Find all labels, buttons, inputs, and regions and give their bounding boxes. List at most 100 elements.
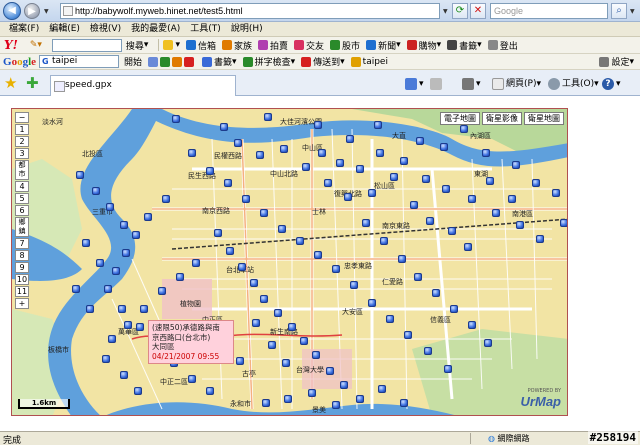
gps-marker-icon[interactable]: [368, 299, 376, 307]
search-options-icon[interactable]: ▼: [630, 8, 635, 15]
gps-marker-icon[interactable]: [344, 193, 352, 201]
zoom-in-icon[interactable]: +: [15, 298, 29, 309]
gps-marker-icon[interactable]: [416, 137, 424, 145]
yahoo-item-mail[interactable]: 信箱: [185, 39, 216, 52]
gps-marker-icon[interactable]: [76, 171, 84, 179]
gps-marker-icon[interactable]: [376, 149, 384, 157]
gps-marker-icon[interactable]: [256, 151, 264, 159]
gps-marker-icon[interactable]: [112, 267, 120, 275]
gps-marker-icon[interactable]: [96, 259, 104, 267]
highlight-icon[interactable]: ▾: [163, 40, 180, 50]
zoom-level-11[interactable]: 11: [15, 286, 29, 297]
gps-marker-icon[interactable]: [102, 355, 110, 363]
gps-marker-icon[interactable]: [242, 195, 250, 203]
gps-marker-icon[interactable]: [92, 187, 100, 195]
gps-marker-icon[interactable]: [552, 189, 560, 197]
gps-marker-icon[interactable]: [206, 167, 214, 175]
gps-marker-icon[interactable]: [288, 323, 296, 331]
gps-marker-icon[interactable]: [158, 287, 166, 295]
zoom-level-2[interactable]: 2: [15, 136, 29, 147]
gps-marker-icon[interactable]: [424, 347, 432, 355]
gps-marker-icon[interactable]: [468, 195, 476, 203]
gps-marker-icon[interactable]: [512, 161, 520, 169]
google-sendto-button[interactable]: 傳送到 ▾: [301, 55, 345, 68]
gps-marker-icon[interactable]: [72, 285, 80, 293]
gps-marker-icon[interactable]: [486, 177, 494, 185]
gps-marker-icon[interactable]: [278, 225, 286, 233]
gps-marker-icon[interactable]: [122, 249, 130, 257]
gps-marker-icon[interactable]: [124, 321, 132, 329]
gps-marker-icon[interactable]: [192, 259, 200, 267]
urmap-brand[interactable]: POWERED BY UrMap: [521, 388, 561, 409]
gps-marker-icon[interactable]: [468, 321, 476, 329]
gps-marker-icon[interactable]: [284, 395, 292, 403]
gps-marker-icon[interactable]: [302, 163, 310, 171]
map-type-satellite[interactable]: 衛星影像: [482, 112, 522, 125]
menu-favorites[interactable]: 我的最愛(A): [126, 22, 185, 36]
menu-tools[interactable]: 工具(T): [185, 22, 226, 36]
gps-marker-icon[interactable]: [326, 367, 334, 375]
gps-marker-icon[interactable]: [274, 309, 282, 317]
gps-marker-icon[interactable]: [120, 221, 128, 229]
gps-marker-icon[interactable]: [410, 201, 418, 209]
gps-marker-icon[interactable]: [532, 179, 540, 187]
gps-marker-icon[interactable]: [260, 295, 268, 303]
yahoo-item-logout[interactable]: 登出: [487, 39, 518, 52]
google-search-input[interactable]: taipei: [39, 55, 120, 68]
gps-marker-icon[interactable]: [188, 375, 196, 383]
gps-marker-icon[interactable]: [140, 305, 148, 313]
history-dropdown-icon[interactable]: ▼: [44, 8, 49, 15]
gps-marker-icon[interactable]: [442, 185, 450, 193]
gps-marker-icon[interactable]: [176, 273, 184, 281]
google-misc-icons[interactable]: [148, 56, 196, 67]
gps-marker-icon[interactable]: [414, 273, 422, 281]
url-dropdown-icon[interactable]: ▼: [443, 8, 448, 15]
add-favorites-icon[interactable]: ✚: [26, 74, 39, 92]
gps-marker-icon[interactable]: [508, 195, 516, 203]
marker-popup[interactable]: (速限50)承德路與南 京西路口(台北市) 大同區 04/21/2007 09:…: [148, 320, 234, 364]
gps-marker-icon[interactable]: [398, 255, 406, 263]
yahoo-item-stocks[interactable]: 股市: [330, 39, 360, 52]
gps-marker-icon[interactable]: [134, 387, 142, 395]
gps-marker-icon[interactable]: [238, 263, 246, 271]
gps-marker-icon[interactable]: [260, 209, 268, 217]
yahoo-item-auction[interactable]: 拍賣: [258, 39, 288, 52]
page-menu-button[interactable]: 網頁(P)▾: [492, 76, 541, 92]
pencil-icon[interactable]: ✎▾: [30, 40, 42, 50]
map-type-hybrid[interactable]: 衛星地圖: [524, 112, 564, 125]
google-taipei-button[interactable]: taipei: [350, 56, 388, 67]
gps-marker-icon[interactable]: [362, 219, 370, 227]
help-button[interactable]: ? ▾: [602, 76, 621, 92]
gps-marker-icon[interactable]: [206, 387, 214, 395]
gps-marker-icon[interactable]: [374, 121, 382, 129]
gps-marker-icon[interactable]: [536, 235, 544, 243]
gps-marker-icon[interactable]: [448, 227, 456, 235]
gps-marker-icon[interactable]: [314, 121, 322, 129]
yahoo-search-button[interactable]: 搜尋 ▾: [126, 39, 149, 52]
yahoo-item-groups[interactable]: 家族: [222, 39, 252, 52]
gps-marker-icon[interactable]: [214, 229, 222, 237]
gps-marker-icon[interactable]: [390, 173, 398, 181]
gps-marker-icon[interactable]: [282, 359, 290, 367]
search-input[interactable]: Google: [490, 3, 608, 19]
favorites-star-icon[interactable]: ★: [4, 74, 17, 92]
gps-marker-icon[interactable]: [560, 219, 567, 227]
gps-marker-icon[interactable]: [460, 125, 468, 133]
gps-marker-icon[interactable]: [432, 289, 440, 297]
zoom-level-10[interactable]: 10: [15, 274, 29, 285]
gps-marker-icon[interactable]: [378, 385, 386, 393]
gps-marker-icon[interactable]: [516, 221, 524, 229]
gps-marker-icon[interactable]: [404, 331, 412, 339]
zoom-level-9[interactable]: 9: [15, 262, 29, 273]
tools-menu-button[interactable]: 工具(O)▾: [548, 76, 599, 92]
gps-marker-icon[interactable]: [144, 213, 152, 221]
gps-marker-icon[interactable]: [104, 285, 112, 293]
gps-marker-icon[interactable]: [400, 157, 408, 165]
gps-marker-icon[interactable]: [312, 351, 320, 359]
gps-marker-icon[interactable]: [314, 251, 322, 259]
google-settings-button[interactable]: 設定 ▾: [599, 55, 634, 68]
gps-marker-icon[interactable]: [484, 339, 492, 347]
menu-help[interactable]: 說明(H): [226, 22, 268, 36]
gps-marker-icon[interactable]: [226, 247, 234, 255]
gps-marker-icon[interactable]: [340, 381, 348, 389]
